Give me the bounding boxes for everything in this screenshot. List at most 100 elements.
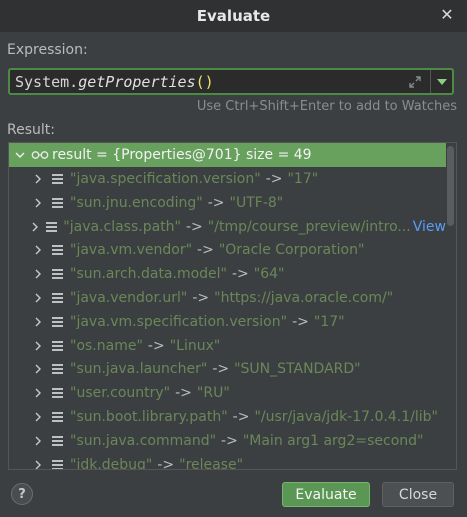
entry-arrow: -> [221,432,238,449]
entry-key: "sun.java.launcher" [70,361,208,378]
tree-entry-row[interactable]: "sun.java.launcher" -> "SUN_STANDARD" [9,357,446,381]
chevron-right-icon[interactable] [31,386,45,400]
chevron-right-icon[interactable] [31,410,45,424]
entry-value: "Linux" [169,337,221,354]
list-entry-icon [52,292,64,304]
list-entry-icon [52,173,64,185]
entry-value: "17" [287,171,319,187]
list-entry-icon [52,387,64,399]
entry-key: "java.specification.version" [70,171,261,187]
tree-entry-row[interactable]: "java.specification.version" -> "17" [9,167,446,191]
entry-value: "/tmp/course_preview/intro... [207,218,411,235]
entry-value: "release" [179,456,244,470]
chevron-right-icon[interactable] [31,458,45,469]
entry-key: "sun.boot.library.path" [70,409,228,425]
entry-arrow: -> [147,337,165,354]
tree-scrollbar[interactable] [446,144,455,468]
list-entry-icon [46,221,58,233]
expression-method: getProperties [78,72,196,91]
chevron-right-icon[interactable] [31,434,45,448]
tree-root-row[interactable]: result = {Properties@701} size = 49 [9,143,446,167]
entry-value: "UTF-8" [229,194,284,211]
watches-hint: Use Ctrl+Shift+Enter to add to Watches [196,99,457,114]
entry-arrow: -> [186,218,203,235]
tree-entry-row[interactable]: "jdk.debug" -> "release" [9,453,446,470]
entry-arrow: -> [292,313,309,330]
list-entry-icon [52,411,64,423]
expand-icon[interactable] [406,73,424,91]
list-entry-icon [52,244,64,256]
entry-arrow: -> [175,385,192,402]
chevron-right-icon[interactable] [31,172,45,186]
tree-root-label: result = {Properties@701} size = 49 [52,147,312,163]
list-entry-icon [52,340,64,352]
tree-entry-row[interactable]: "java.class.path" -> "/tmp/course_preview/… [9,215,446,239]
list-entry-icon [52,435,64,447]
tree-entry-row[interactable]: "sun.jnu.encoding" -> "UTF-8" [9,191,446,215]
entry-arrow: -> [232,266,249,283]
title-bar: Evaluate ✕ [0,0,467,32]
glasses-icon [31,150,49,160]
entry-arrow: -> [212,361,230,378]
chevron-right-icon[interactable] [31,362,45,376]
chevron-right-icon[interactable] [31,267,45,281]
entry-key: "java.vendor.url" [70,290,188,306]
close-icon[interactable]: ✕ [439,6,455,24]
chevron-right-icon[interactable] [31,339,45,353]
tree-entry-row[interactable]: "java.vendor.url" -> "https://java.oracle.… [9,286,446,310]
entry-key: "java.vm.vendor" [70,242,193,259]
entry-key: "sun.arch.data.model" [70,266,227,283]
scrollbar-thumb[interactable] [447,146,454,226]
list-entry-icon [52,197,64,209]
entry-value: "https://java.oracle.com/" [214,290,394,306]
entry-key: "os.name" [70,337,143,354]
chevron-right-icon[interactable] [31,196,45,210]
expand-arrows-icon [409,75,421,88]
tree-entry-row[interactable]: "os.name" -> "Linux" [9,334,446,358]
help-button[interactable]: ? [11,483,33,505]
list-entry-icon [52,316,64,328]
entry-value: "RU" [196,385,230,402]
expression-input[interactable]: System.getProperties() [8,68,454,95]
dropdown-arrow-icon [436,78,447,85]
list-entry-icon [52,363,64,375]
entry-value: "Main arg1 arg2=second" [242,432,424,449]
entry-key: "user.country" [70,385,171,402]
list-entry-icon [52,459,64,469]
chevron-right-icon[interactable] [31,291,45,305]
tree-entry-row[interactable]: "sun.arch.data.model" -> "64" [9,262,446,286]
entry-key: "sun.jnu.encoding" [70,194,203,211]
chevron-down-icon[interactable] [13,148,27,162]
result-label: Result: [7,122,55,138]
tree-entry-row[interactable]: "java.vm.specification.version" -> "17" [9,310,446,334]
history-dropdown-button[interactable] [430,70,452,93]
entry-value: "64" [253,266,285,283]
list-entry-icon [52,268,64,280]
entry-arrow: -> [232,409,250,425]
entry-key: "sun.java.command" [70,432,217,449]
entry-arrow: -> [265,171,283,187]
entry-value: "17" [313,313,345,330]
entry-arrow: -> [197,242,214,259]
chevron-right-icon[interactable] [31,220,39,234]
tree-entry-row[interactable]: "sun.java.command" -> "Main arg1 arg2=seco… [9,429,446,453]
expression-text[interactable]: System.getProperties() [10,73,406,91]
entry-value: "/usr/java/jdk-17.0.4.1/lib" [254,409,438,425]
entry-value: "Oracle Corporation" [218,242,365,259]
close-button[interactable]: Close [382,482,454,507]
tree-entry-row[interactable]: "user.country" -> "RU" [9,381,446,405]
chevron-right-icon[interactable] [31,243,45,257]
chevron-right-icon[interactable] [31,315,45,329]
result-tree[interactable]: result = {Properties@701} size = 49 "jav… [8,142,457,470]
entry-arrow: -> [207,194,225,211]
entry-key: "java.class.path" [63,218,181,235]
evaluate-button[interactable]: Evaluate [282,482,370,507]
expression-label: Expression: [7,42,88,58]
entry-key: "jdk.debug" [70,456,153,470]
entry-key: "java.vm.specification.version" [70,313,288,330]
tree-entry-row[interactable]: "sun.boot.library.path" -> "/usr/java/jdk-… [9,405,446,429]
tree-entry-row[interactable]: "java.vm.vendor" -> "Oracle Corporation" [9,238,446,262]
entry-value: "SUN_STANDARD" [234,361,361,378]
window-title: Evaluate [196,7,271,25]
view-link[interactable]: View [413,219,446,235]
